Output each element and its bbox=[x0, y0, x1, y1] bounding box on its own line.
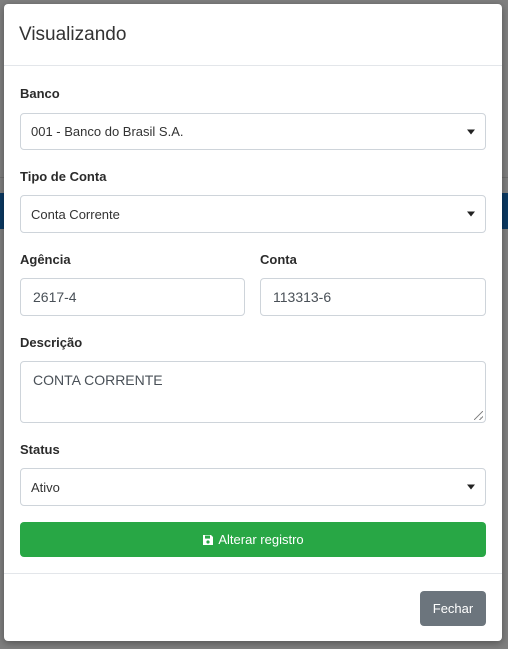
agencia-field[interactable]: 2617-4 bbox=[20, 278, 245, 316]
descricao-label: Descrição bbox=[20, 335, 83, 350]
status-select[interactable]: Ativo bbox=[20, 468, 486, 506]
status-select-value: Ativo bbox=[31, 479, 60, 495]
descricao-textarea-value: CONTA CORRENTE bbox=[33, 372, 163, 388]
modal-title: Visualizando bbox=[19, 23, 127, 45]
fechar-button[interactable]: Fechar bbox=[420, 591, 486, 626]
banco-select-value: 001 - Banco do Brasil S.A. bbox=[31, 124, 184, 139]
conta-label: Conta bbox=[260, 252, 297, 267]
descricao-textarea[interactable]: CONTA CORRENTE bbox=[20, 361, 486, 423]
conta-field-value: 113313-6 bbox=[273, 289, 332, 305]
modal-header: Visualizando bbox=[4, 4, 502, 66]
tipo-conta-select[interactable]: Conta Corrente bbox=[20, 195, 486, 233]
conta-field[interactable]: 113313-6 bbox=[260, 278, 486, 316]
chevron-down-icon bbox=[467, 484, 475, 490]
banco-label: Banco bbox=[20, 86, 60, 101]
floppy-disk-icon bbox=[203, 534, 214, 545]
modal-footer: Fechar bbox=[4, 573, 502, 641]
status-label: Status bbox=[20, 442, 60, 457]
tipo-conta-label: Tipo de Conta bbox=[20, 169, 107, 184]
banco-select[interactable]: 001 - Banco do Brasil S.A. bbox=[20, 113, 486, 150]
agencia-label: Agência bbox=[20, 252, 71, 267]
chevron-down-icon bbox=[467, 211, 475, 217]
alterar-registro-button[interactable]: Alterar registro bbox=[20, 522, 486, 557]
view-modal: Visualizando Banco 001 - Banco do Brasil… bbox=[4, 4, 502, 641]
alterar-registro-label: Alterar registro bbox=[218, 532, 304, 547]
agencia-field-value: 2617-4 bbox=[33, 289, 77, 305]
chevron-down-icon bbox=[467, 129, 475, 134]
tipo-conta-select-value: Conta Corrente bbox=[31, 206, 120, 222]
resize-grip-icon[interactable] bbox=[474, 411, 483, 420]
